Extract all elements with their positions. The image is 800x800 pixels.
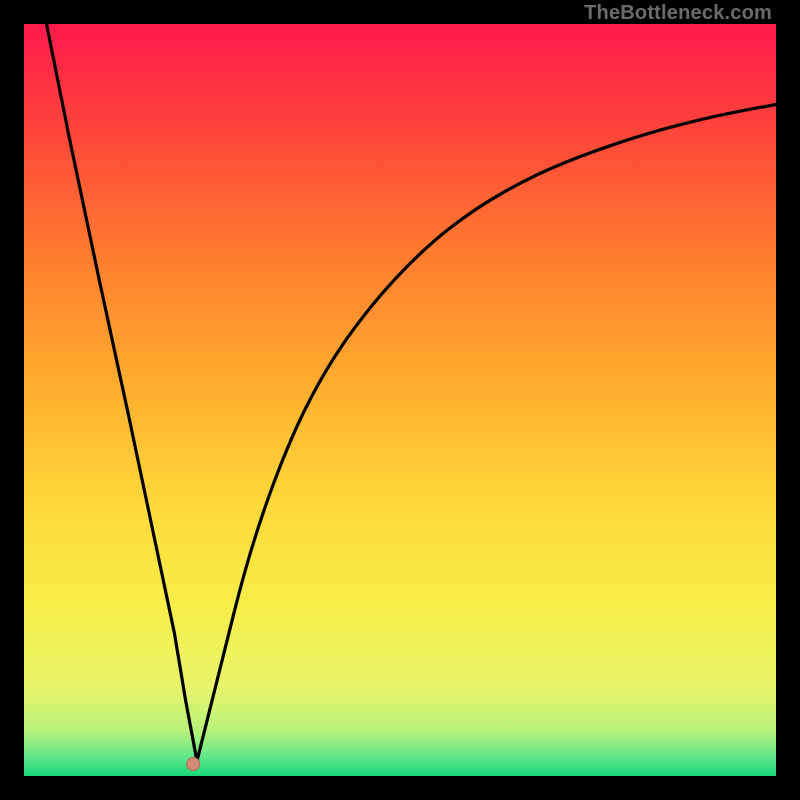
bottleneck-chart [24, 24, 776, 776]
chart-frame [24, 24, 776, 776]
watermark-text: TheBottleneck.com [584, 2, 772, 25]
gradient-background [24, 24, 776, 776]
optimum-marker [187, 757, 200, 770]
